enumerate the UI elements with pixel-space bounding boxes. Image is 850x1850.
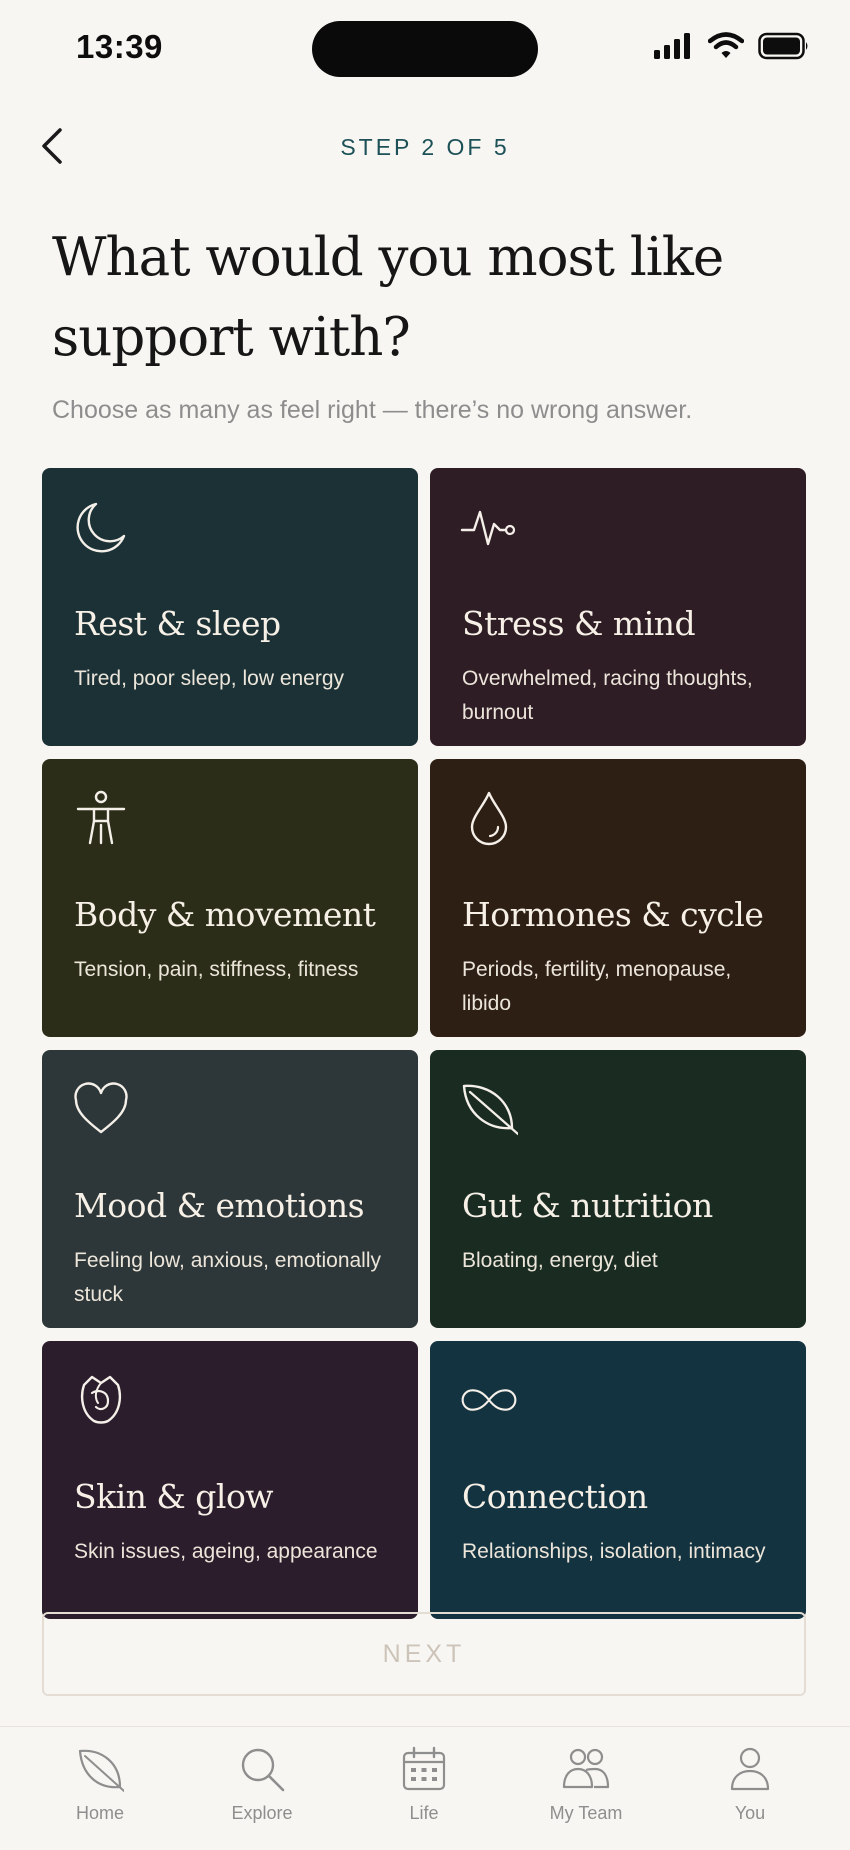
tab-label: You (734, 1803, 766, 1823)
tab-label: My Team (549, 1803, 623, 1823)
cellular-signal-icon (654, 33, 690, 59)
card-description: Feeling low, anxious, emotionally stuck (74, 1249, 382, 1306)
card-title: Body & movement (74, 895, 376, 934)
card-title: Connection (462, 1477, 648, 1516)
card-rest-sleep[interactable]: Rest & sleep Tired, poor sleep, low ener… (42, 468, 418, 746)
status-bar: 13:39 (0, 0, 850, 100)
status-time: 13:39 (76, 28, 163, 65)
card-title: Stress & mind (462, 604, 696, 643)
person-icon (72, 789, 130, 847)
calendar-icon (402, 1746, 446, 1791)
topic-grid: Rest & sleep Tired, poor sleep, low ener… (42, 468, 808, 1619)
infinity-icon (460, 1371, 518, 1429)
card-title: Skin & glow (74, 1477, 274, 1516)
tab-label: Life (409, 1803, 439, 1823)
status-icons (654, 32, 810, 60)
card-title: Hormones & cycle (462, 895, 764, 934)
wifi-icon (708, 32, 744, 58)
droplet-icon (460, 789, 518, 847)
card-title: Rest & sleep (74, 604, 281, 643)
card-skin-glow[interactable]: Skin & glow Skin issues, ageing, appeara… (42, 1341, 418, 1619)
heartbeat-icon (460, 498, 518, 556)
page-title: What would you most like support with? (52, 227, 724, 368)
leaf-icon (460, 1080, 518, 1138)
page-subtitle: Choose as many as feel right — there’s n… (52, 396, 693, 424)
tab-life[interactable]: Life (364, 1745, 484, 1824)
onboarding-screen: 13:39 STEP 2 OF 5 What would you most li… (0, 0, 850, 1850)
battery-icon (758, 32, 808, 60)
tab-bar: Home Explore Life My Team You (0, 1726, 850, 1850)
card-title: Gut & nutrition (462, 1186, 713, 1225)
card-connection[interactable]: Connection Relationships, isolation, int… (430, 1341, 806, 1619)
card-description: Tired, poor sleep, low energy (74, 667, 345, 690)
search-icon (241, 1748, 285, 1792)
tab-label: Home (75, 1803, 124, 1823)
tab-explore[interactable]: Explore (202, 1745, 322, 1824)
card-description: Skin issues, ageing, appearance (74, 1540, 378, 1563)
team-icon (562, 1748, 610, 1789)
tab-label: Explore (231, 1803, 293, 1823)
card-description: Relationships, isolation, intimacy (462, 1540, 766, 1563)
rose-icon (72, 1371, 130, 1429)
card-description: Periods, fertility, menopause, libido (462, 958, 732, 1015)
card-description: Tension, pain, stiffness, fitness (74, 958, 359, 981)
card-gut-nutrition[interactable]: Gut & nutrition Bloating, energy, diet (430, 1050, 806, 1328)
card-title: Mood & emotions (74, 1186, 365, 1225)
card-stress-mind[interactable]: Stress & mind Overwhelmed, racing though… (430, 468, 806, 746)
card-description: Bloating, energy, diet (462, 1249, 658, 1272)
heart-icon (72, 1080, 130, 1138)
user-icon (730, 1747, 770, 1791)
card-body-movement[interactable]: Body & movement Tension, pain, stiffness… (42, 759, 418, 1037)
tab-home[interactable]: Home (40, 1745, 160, 1824)
moon-icon (72, 498, 130, 556)
tab-my-team[interactable]: My Team (526, 1745, 646, 1824)
leaf-icon (78, 1749, 124, 1792)
card-mood-emotions[interactable]: Mood & emotions Feeling low, anxious, em… (42, 1050, 418, 1328)
step-indicator: STEP 2 OF 5 (340, 134, 510, 160)
card-description: Overwhelmed, racing thoughts, burnout (462, 667, 753, 724)
card-hormones-cycle[interactable]: Hormones & cycle Periods, fertility, men… (430, 759, 806, 1037)
tab-you[interactable]: You (690, 1745, 810, 1824)
dynamic-island (312, 21, 538, 77)
next-button[interactable]: NEXT (42, 1612, 806, 1696)
